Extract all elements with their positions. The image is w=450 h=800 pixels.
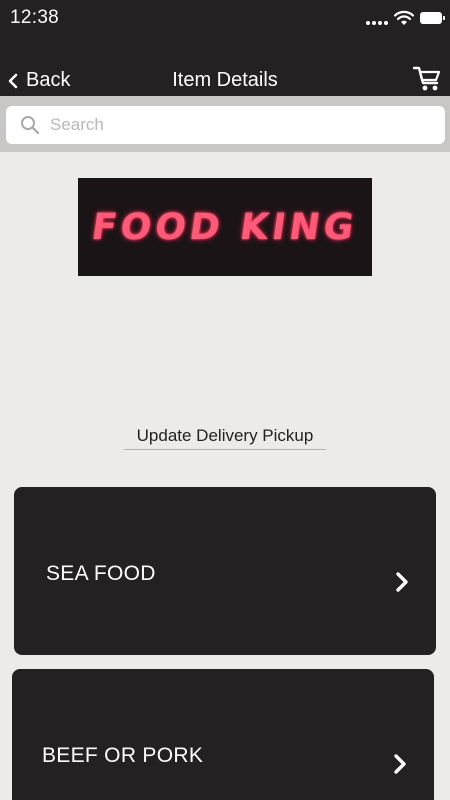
restaurant-logo: FOOD KING [78,178,372,276]
chevron-right-icon [396,572,408,592]
chevron-right-icon [394,754,406,774]
status-time: 12:38 [10,7,60,28]
cart-button[interactable] [412,64,442,94]
back-button[interactable]: Back [8,69,70,92]
back-label: Back [26,69,71,91]
update-delivery-pickup-link[interactable]: Update Delivery Pickup [124,426,326,450]
category-card-beef-or-pork[interactable]: BEEF OR PORK [12,669,434,800]
category-card-sea-food[interactable]: SEA FOOD [14,487,436,655]
search-area [0,96,450,152]
search-box[interactable] [6,106,445,144]
chevron-left-icon [8,73,18,88]
status-bar: 12:38 [0,0,450,36]
category-label: SEA FOOD [46,562,156,585]
status-icons [366,10,445,26]
wifi-icon [394,10,414,25]
search-input[interactable] [50,115,420,135]
category-label: BEEF OR PORK [42,744,204,767]
search-icon [21,116,40,135]
logo-text: FOOD KING [89,206,361,248]
battery-icon [420,12,445,24]
cart-icon [412,66,441,91]
nav-bar: Back Item Details [0,36,450,96]
signal-icon [366,11,388,25]
